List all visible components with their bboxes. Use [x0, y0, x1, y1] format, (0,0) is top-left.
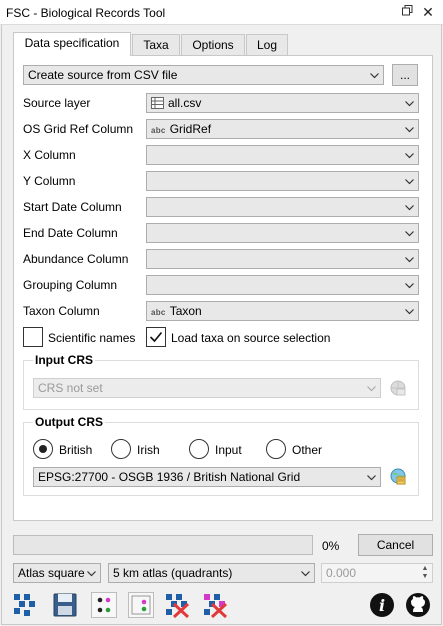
window-title: FSC - Biological Records Tool [6, 6, 166, 20]
x-column-label: X Column [23, 148, 76, 162]
clear-all-icon[interactable] [203, 592, 229, 618]
source-layer-label: Source layer [23, 96, 91, 110]
spinbox-value: 0.000 [326, 566, 357, 580]
chevron-down-icon [405, 205, 414, 211]
y-column-label: Y Column [23, 174, 76, 188]
spin-arrows-icon[interactable]: ▲ ▼ [420, 565, 430, 581]
close-icon[interactable]: ✕ [419, 3, 437, 21]
chevron-down-icon [405, 257, 414, 263]
source-type-value: Create source from CSV file [28, 68, 178, 82]
source-type-select[interactable]: Create source from CSV file [23, 65, 384, 85]
progress-percent: 0% [322, 539, 340, 553]
clear-map-icon[interactable] [165, 592, 191, 618]
output-crs-title: Output CRS [33, 415, 105, 429]
map-grid-icon[interactable] [13, 592, 39, 618]
chevron-down-icon [405, 153, 414, 159]
input-radio[interactable] [189, 439, 209, 459]
input-crs-title: Input CRS [33, 353, 95, 367]
load-taxa-label: Load taxa on source selection [171, 331, 331, 345]
legend-frame-icon [131, 595, 151, 615]
save-icon[interactable] [52, 592, 78, 618]
grouping-label: Grouping Column [23, 278, 118, 292]
input-crs-value: CRS not set [38, 381, 103, 395]
chevron-down-icon [405, 101, 414, 107]
chevron-down-icon [405, 309, 414, 315]
british-radio-label: British [59, 443, 93, 457]
os-grid-ref-select[interactable]: abc GridRef [146, 119, 419, 139]
source-layer-value: all.csv [168, 96, 202, 110]
tab-options[interactable]: Options [181, 34, 245, 56]
source-layer-select[interactable]: all.csv [146, 93, 419, 113]
chevron-down-icon [367, 475, 376, 481]
output-crs-select[interactable]: EPSG:27700 - OSGB 1936 / British Nationa… [33, 467, 381, 487]
abundance-select[interactable] [146, 249, 419, 269]
tab-data-specification[interactable]: Data specification [13, 32, 131, 56]
value-spinbox[interactable]: 0.000 ▲ ▼ [321, 563, 433, 583]
chevron-down-icon [87, 571, 96, 577]
chevron-down-icon [405, 179, 414, 185]
tab-taxa[interactable]: Taxa [132, 34, 180, 56]
crs-selector-icon[interactable] [388, 466, 408, 486]
title-bar: FSC - Biological Records Tool ✕ [0, 0, 443, 25]
atlas-type-value: Atlas square [18, 566, 85, 580]
chevron-down-icon [367, 386, 376, 392]
os-grid-ref-label: OS Grid Ref Column [23, 122, 134, 136]
taxon-value: Taxon [169, 304, 202, 318]
start-date-label: Start Date Column [23, 200, 122, 214]
github-icon[interactable] [405, 592, 431, 618]
tab-log[interactable]: Log [246, 34, 288, 56]
chevron-down-icon [370, 73, 379, 79]
dot-legend-icon [97, 597, 111, 613]
input-crs-select[interactable]: CRS not set [33, 378, 381, 398]
start-date-select[interactable] [146, 197, 419, 217]
crs-selector-icon[interactable] [388, 378, 408, 398]
y-column-select[interactable] [146, 171, 419, 191]
end-date-label: End Date Column [23, 226, 118, 240]
chevron-down-icon [301, 571, 310, 577]
grouping-select[interactable] [146, 275, 419, 295]
float-window-icon[interactable] [398, 3, 416, 21]
progress-bar [13, 535, 313, 555]
chevron-down-icon [405, 127, 414, 133]
cancel-button[interactable]: Cancel [358, 534, 433, 556]
irish-radio-label: Irish [137, 443, 160, 457]
output-crs-value: EPSG:27700 - OSGB 1936 / British Nationa… [38, 470, 301, 484]
text-field-icon: abc [151, 126, 166, 135]
info-icon[interactable]: i [369, 592, 395, 618]
irish-radio[interactable] [111, 439, 131, 459]
os-grid-ref-value: GridRef [169, 122, 212, 136]
chevron-down-icon [405, 283, 414, 289]
x-column-select[interactable] [146, 145, 419, 165]
atlas-size-select[interactable]: 5 km atlas (quadrants) [108, 563, 315, 583]
taxon-select[interactable]: abc Taxon [146, 301, 419, 321]
input-radio-label: Input [215, 443, 242, 457]
text-field-icon: abc [151, 308, 166, 317]
british-radio[interactable] [33, 439, 53, 459]
chevron-down-icon [405, 231, 414, 237]
checkmark-icon [149, 331, 163, 343]
other-radio-label: Other [292, 443, 323, 457]
scientific-names-checkbox[interactable] [23, 327, 43, 347]
abundance-label: Abundance Column [23, 252, 129, 266]
taxon-label: Taxon Column [23, 304, 100, 318]
atlas-size-value: 5 km atlas (quadrants) [113, 566, 233, 580]
end-date-select[interactable] [146, 223, 419, 243]
load-taxa-checkbox[interactable] [146, 327, 166, 347]
other-radio[interactable] [266, 439, 286, 459]
atlas-type-select[interactable]: Atlas square [13, 563, 101, 583]
browse-button[interactable]: ... [392, 64, 418, 86]
table-icon [151, 97, 164, 109]
legend-button[interactable] [91, 592, 117, 618]
scientific-names-label: Scientific names [48, 331, 136, 345]
svg-text:i: i [379, 596, 385, 615]
legend-frame-button[interactable] [128, 592, 154, 618]
